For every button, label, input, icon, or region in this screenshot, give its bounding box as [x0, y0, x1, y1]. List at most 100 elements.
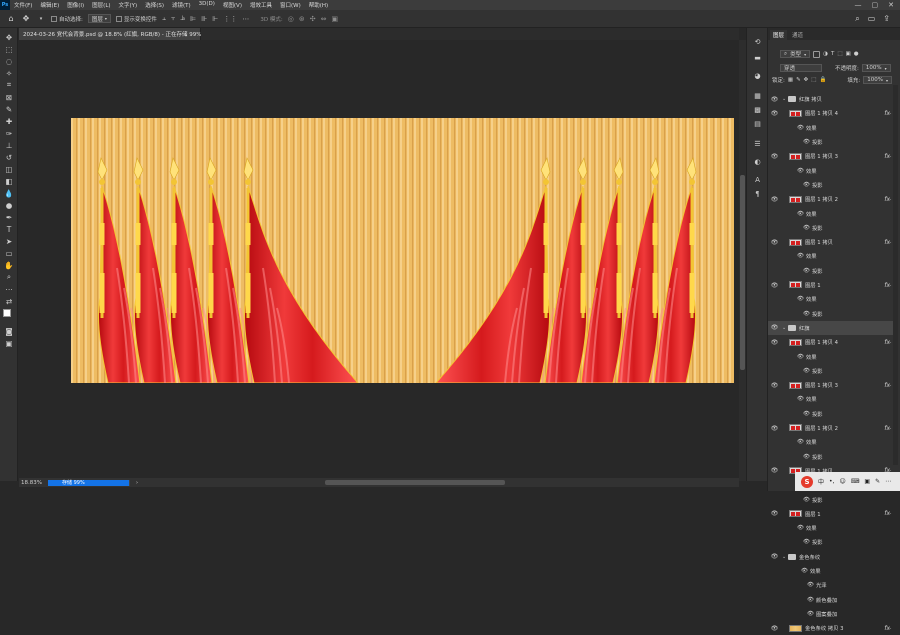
effect-eye-icon[interactable]: 👁: [803, 496, 810, 503]
properties-panel-icon[interactable]: ☰: [752, 138, 763, 149]
document-tab[interactable]: 2024-03-26 党代会背景.psd @ 18.8% (红旗, RGB/8)…: [19, 28, 201, 40]
effect-eye-icon[interactable]: 👁: [803, 310, 810, 317]
lock-position-icon[interactable]: ✥: [804, 77, 809, 83]
auto-select-checkbox[interactable]: 自动选择:: [51, 15, 83, 23]
align-bottom-icon[interactable]: ⫡: [180, 14, 185, 23]
layer-row[interactable]: 👁图层 1 拷贝 4fx⌄: [768, 335, 894, 349]
more-tools-icon[interactable]: ⋯: [4, 284, 14, 294]
layer-group-row[interactable]: 👁⌄红旗 拷贝: [768, 92, 894, 106]
foreground-color-swatch[interactable]: [3, 309, 11, 317]
menu-item[interactable]: 窗口(W): [276, 1, 305, 9]
effects-eye-icon[interactable]: 👁: [797, 167, 804, 174]
search-icon[interactable]: ⌕: [855, 14, 859, 24]
history-panel-icon[interactable]: ⟲: [752, 36, 763, 47]
visibility-eye-icon[interactable]: 👁: [771, 553, 778, 560]
move-tool-icon[interactable]: ✥: [21, 14, 31, 24]
distribute-icon[interactable]: ⋮⋮: [223, 15, 237, 23]
layer-row[interactable]: 👁图层 1 拷贝 2fx⌄: [768, 421, 894, 435]
effect-row[interactable]: 👁投影: [768, 364, 894, 378]
minimize-button[interactable]: —: [855, 1, 862, 9]
menu-item[interactable]: 选择(S): [141, 1, 168, 9]
blur-tool-icon[interactable]: 💧: [4, 188, 14, 198]
effects-eye-icon[interactable]: 👁: [797, 210, 804, 217]
effect-eye-icon[interactable]: 👁: [803, 367, 810, 374]
dodge-tool-icon[interactable]: ●: [4, 200, 14, 210]
visibility-eye-icon[interactable]: 👁: [771, 324, 778, 331]
filter-kind-dropdown[interactable]: ⌕类型▾: [780, 50, 810, 58]
effect-eye-icon[interactable]: 👁: [803, 539, 810, 546]
align-top-icon[interactable]: ⫠: [162, 14, 166, 23]
visibility-eye-icon[interactable]: 👁: [771, 239, 778, 246]
workspace-icon[interactable]: ▭: [868, 14, 876, 24]
layer-effects-fx-icon[interactable]: fx⌄: [884, 382, 890, 389]
effects-row[interactable]: 👁效果: [768, 392, 894, 406]
ime-emoji-icon[interactable]: ☺: [839, 478, 845, 485]
menu-item[interactable]: 图层(L): [88, 1, 114, 9]
expand-chevron-icon[interactable]: ⌄: [782, 554, 786, 560]
3d-slide-icon[interactable]: ⇔: [321, 15, 327, 23]
hand-tool-icon[interactable]: ✋: [4, 260, 14, 270]
effect-row[interactable]: 👁投影: [768, 535, 894, 549]
eraser-tool-icon[interactable]: ◫: [4, 164, 14, 174]
visibility-eye-icon[interactable]: 👁: [771, 96, 778, 103]
layer-effects-fx-icon[interactable]: fx⌄: [884, 510, 890, 517]
layer-row[interactable]: 👁图层 1fx⌄: [768, 507, 894, 521]
ime-handwrite-icon[interactable]: ✎: [875, 478, 880, 485]
screen-mode-icon[interactable]: ▣: [4, 338, 14, 348]
move-tool-icon[interactable]: ✥: [4, 32, 14, 42]
ime-skin-icon[interactable]: ▣: [864, 478, 870, 485]
effects-eye-icon[interactable]: 👁: [797, 353, 804, 360]
lock-artboard-icon[interactable]: ⬚: [811, 77, 816, 83]
effect-row[interactable]: 👁投影: [768, 135, 894, 149]
marquee-tool-icon[interactable]: ⬚: [4, 44, 14, 54]
close-button[interactable]: ✕: [888, 1, 894, 9]
3d-scale-icon[interactable]: ▣: [331, 15, 338, 23]
layer-effects-fx-icon[interactable]: fx⌄: [884, 282, 890, 289]
tab-channels[interactable]: 通道: [789, 30, 806, 40]
effects-row[interactable]: 👁效果: [768, 164, 894, 178]
gradients-panel-icon[interactable]: ▩: [752, 104, 763, 115]
effect-row[interactable]: 👁投影: [768, 178, 894, 192]
effect-eye-icon[interactable]: 👁: [803, 267, 810, 274]
layer-group-row[interactable]: 👁⌄金色条纹: [768, 550, 894, 564]
effects-row[interactable]: 👁效果: [768, 564, 894, 578]
home-icon[interactable]: ⌂: [6, 14, 16, 24]
maximize-button[interactable]: ▢: [872, 1, 879, 9]
visibility-eye-icon[interactable]: 👁: [771, 110, 778, 117]
visibility-eye-icon[interactable]: 👁: [771, 510, 778, 517]
layer-effects-fx-icon[interactable]: fx⌄: [884, 339, 890, 346]
blend-mode-dropdown[interactable]: 穿透: [780, 64, 822, 72]
ime-language-toggle[interactable]: 中: [818, 477, 824, 486]
vertical-scrollbar[interactable]: [739, 40, 746, 481]
effect-row[interactable]: 👁投影: [768, 407, 894, 421]
ime-keyboard-icon[interactable]: ⌨: [851, 478, 860, 485]
visibility-eye-icon[interactable]: 👁: [771, 153, 778, 160]
effects-eye-icon[interactable]: 👁: [797, 525, 804, 532]
quick-select-icon[interactable]: ✧: [4, 68, 14, 78]
visibility-eye-icon[interactable]: 👁: [771, 382, 778, 389]
lock-all-icon[interactable]: 🔒: [819, 77, 826, 83]
share-icon[interactable]: ⇪: [883, 14, 890, 24]
visibility-eye-icon[interactable]: 👁: [771, 196, 778, 203]
3d-roll-icon[interactable]: ⊛: [299, 15, 305, 23]
filter-adjust-icon[interactable]: ◑: [823, 51, 828, 57]
effect-row[interactable]: 👁颜色叠加: [768, 593, 894, 607]
expand-chevron-icon[interactable]: ⌄: [782, 325, 786, 331]
layer-group-row[interactable]: 👁⌄红旗: [768, 321, 894, 335]
menu-item[interactable]: 图像(I): [63, 1, 88, 9]
type-tool-icon[interactable]: T: [4, 224, 14, 234]
layer-effects-fx-icon[interactable]: fx⌄: [884, 239, 890, 246]
quick-mask-icon[interactable]: ◙: [4, 326, 14, 336]
ime-more-icon[interactable]: ⋯: [885, 478, 891, 485]
filter-pixel-icon[interactable]: [813, 51, 820, 58]
3d-pan-icon[interactable]: ✣: [310, 15, 316, 23]
crop-tool-icon[interactable]: ⌗: [4, 80, 14, 90]
layer-effects-fx-icon[interactable]: fx⌄: [884, 110, 890, 117]
lasso-tool-icon[interactable]: ◌: [4, 56, 14, 66]
sogou-ime-logo-icon[interactable]: S: [801, 476, 813, 488]
comments-panel-icon[interactable]: ▬: [752, 52, 763, 63]
horizontal-scrollbar[interactable]: [325, 480, 505, 485]
effects-eye-icon[interactable]: 👁: [797, 439, 804, 446]
history-brush-icon[interactable]: ↺: [4, 152, 14, 162]
effects-row[interactable]: 👁效果: [768, 349, 894, 363]
